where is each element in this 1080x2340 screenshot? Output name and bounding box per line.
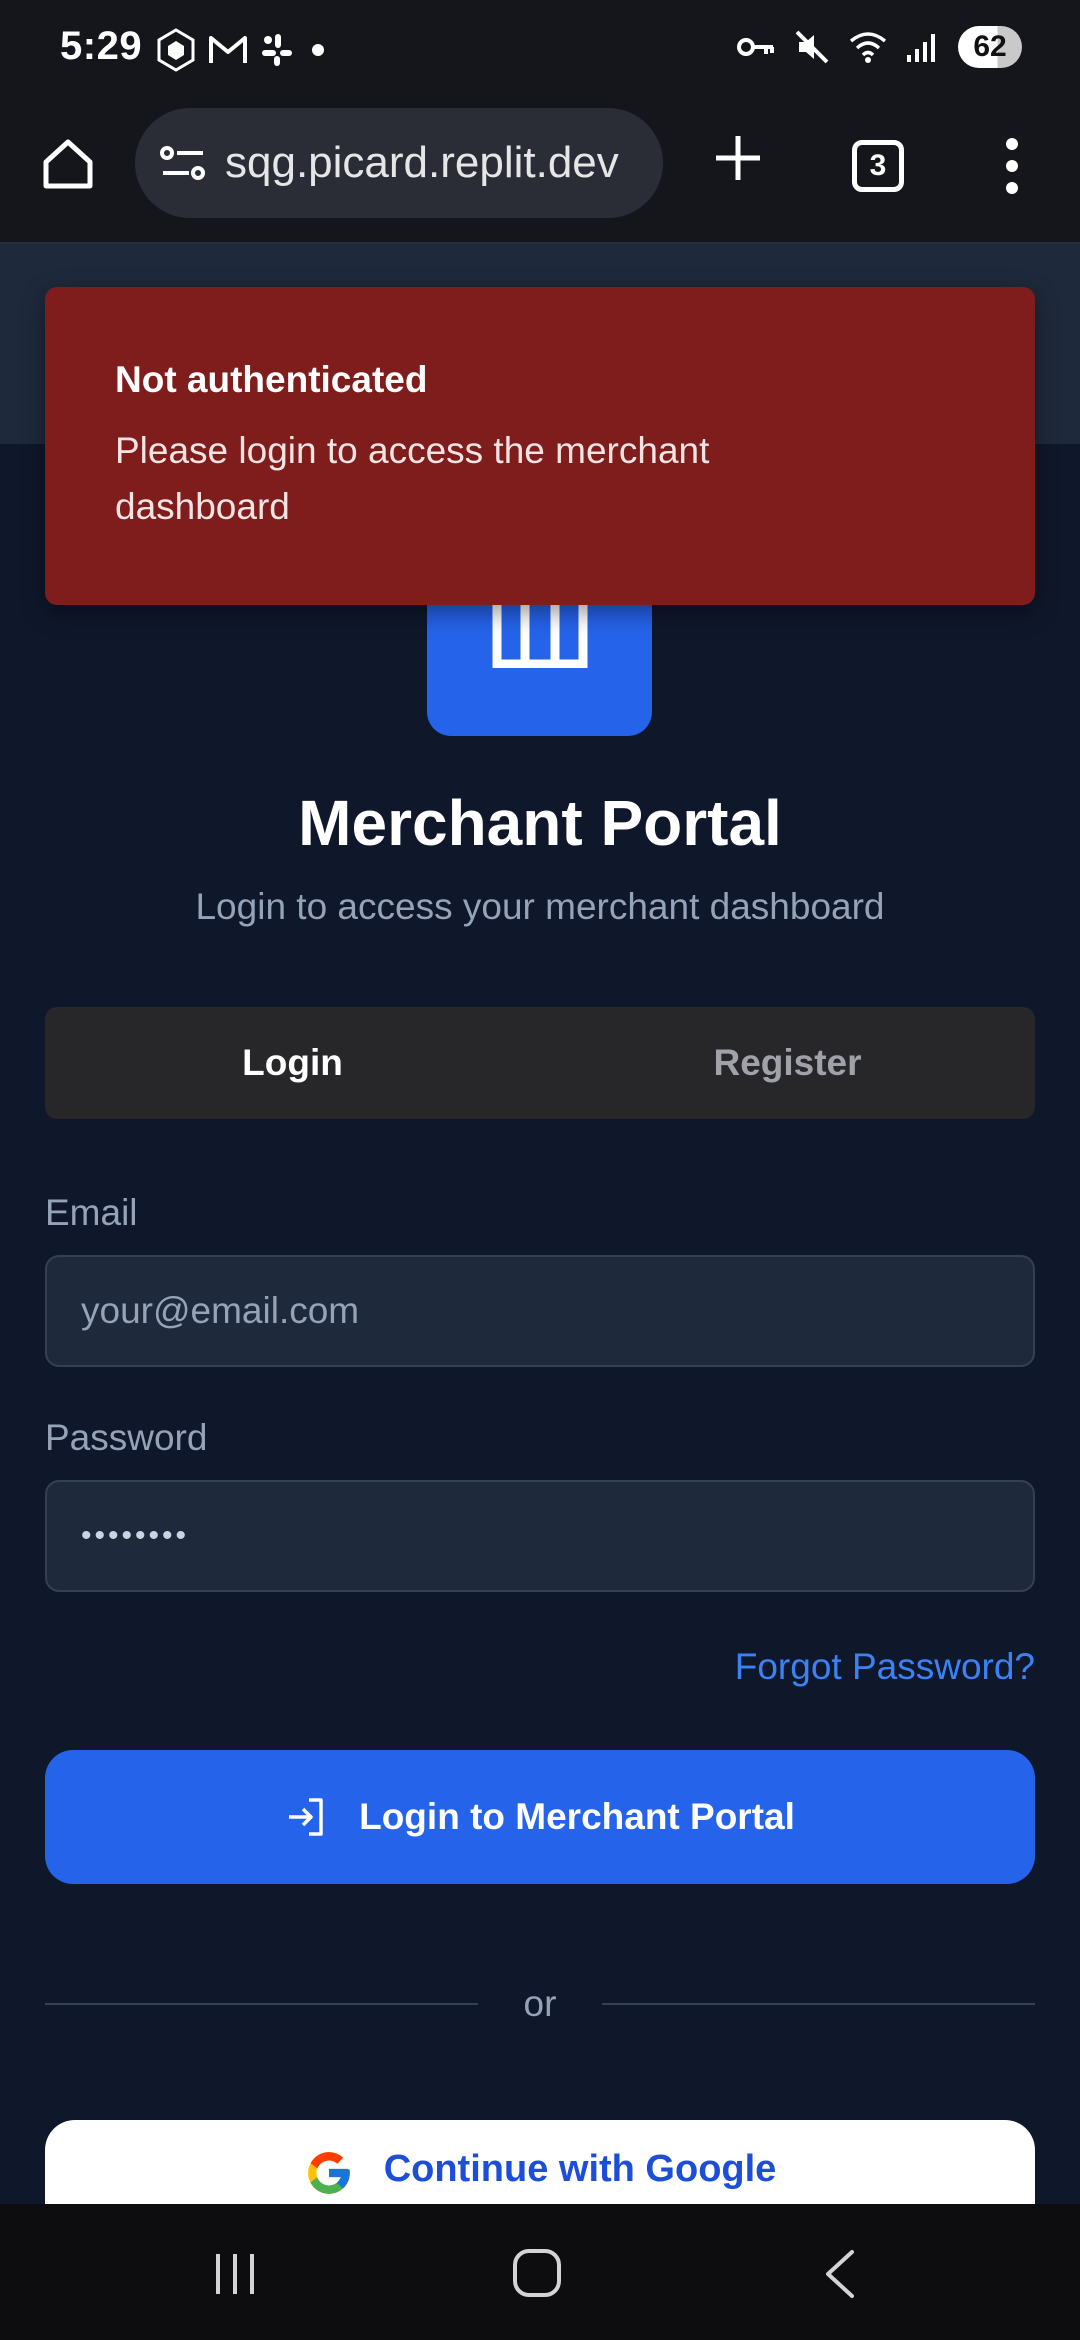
slack-icon bbox=[262, 34, 292, 66]
back-nav-icon[interactable] bbox=[820, 2248, 860, 2300]
crypto-app-icon bbox=[157, 28, 195, 72]
login-button[interactable]: Login to Merchant Portal bbox=[45, 1750, 1035, 1884]
home-nav-icon[interactable] bbox=[512, 2248, 562, 2298]
tab-switcher-button[interactable]: 3 bbox=[852, 140, 904, 192]
wifi-icon bbox=[849, 32, 887, 63]
mute-icon bbox=[795, 30, 829, 64]
notification-dot-icon bbox=[312, 44, 324, 56]
password-field[interactable]: •••••••• bbox=[45, 1480, 1035, 1592]
toast-message: Please login to access the merchant dash… bbox=[115, 430, 710, 527]
page-title: Merchant Portal bbox=[298, 787, 782, 859]
email-placeholder: your@email.com bbox=[81, 1290, 360, 1331]
password-value: •••••••• bbox=[81, 1519, 190, 1552]
signal-icon bbox=[907, 34, 935, 62]
status-bar: 5:29 62 bbox=[0, 0, 1080, 98]
tab-login[interactable]: Login bbox=[45, 1007, 540, 1119]
google-button-label: Continue with Google bbox=[383, 2148, 777, 2190]
battery-icon: 62 bbox=[958, 26, 1022, 68]
auth-tabs: Login Register bbox=[45, 1007, 1035, 1119]
page-subtitle: Login to access your merchant dashboard bbox=[195, 886, 885, 927]
divider-text: or bbox=[523, 1983, 557, 2024]
new-tab-icon[interactable] bbox=[708, 128, 768, 188]
home-icon[interactable] bbox=[38, 134, 98, 194]
toast-title: Not authenticated bbox=[115, 359, 428, 400]
url-text: sqg.picard.replit.dev bbox=[225, 138, 619, 187]
google-icon bbox=[307, 2152, 350, 2194]
or-divider: or bbox=[45, 1974, 1035, 2034]
system-nav-bar bbox=[0, 2204, 1080, 2340]
gmail-icon bbox=[209, 36, 247, 63]
address-bar[interactable]: sqg.picard.replit.dev bbox=[135, 108, 663, 218]
error-toast[interactable]: Not authenticated Please login to access… bbox=[45, 287, 1035, 605]
site-settings-icon[interactable] bbox=[153, 133, 213, 193]
status-time: 5:29 bbox=[60, 24, 143, 68]
login-button-label: Login to Merchant Portal bbox=[359, 1796, 795, 1837]
recent-apps-icon[interactable] bbox=[210, 2252, 260, 2296]
login-icon bbox=[289, 1798, 323, 1836]
email-label: Email bbox=[45, 1192, 138, 1233]
forgot-password-link[interactable]: Forgot Password? bbox=[735, 1646, 1035, 1688]
more-menu-icon[interactable] bbox=[1000, 136, 1024, 196]
vpn-key-icon bbox=[737, 38, 774, 56]
email-field[interactable]: your@email.com bbox=[45, 1255, 1035, 1367]
browser-toolbar: sqg.picard.replit.dev 3 bbox=[0, 98, 1080, 244]
tab-register[interactable]: Register bbox=[540, 1007, 1035, 1119]
password-label: Password bbox=[45, 1417, 208, 1458]
